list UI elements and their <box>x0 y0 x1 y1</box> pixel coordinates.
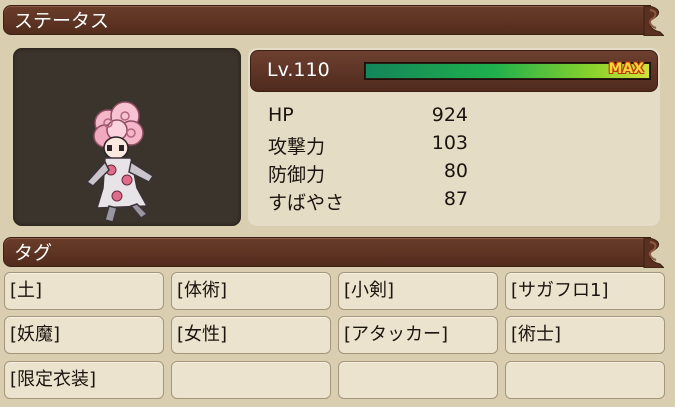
character-sprite <box>85 101 155 223</box>
scroll-curl-icon <box>643 6 664 36</box>
stat-value: 103 <box>431 132 468 154</box>
stat-row-defense: 防御力 80 <box>268 160 468 188</box>
exp-max-label: MAX <box>608 61 644 77</box>
tag-mystic[interactable]: [妖魔] <box>4 316 164 354</box>
level-label: Lv.110 <box>267 59 330 81</box>
stat-value: 924 <box>431 104 468 126</box>
stats-panel: Lv.110 MAX HP 924 攻撃力 103 防御力 80 すばやさ 87 <box>248 48 660 226</box>
tag-female[interactable]: [女性] <box>171 316 331 354</box>
tags-header: タグ <box>3 237 664 268</box>
tag-martial-arts[interactable]: [体術] <box>171 272 331 310</box>
level-bar: Lv.110 MAX <box>250 50 658 92</box>
tag-short-sword[interactable]: [小剣] <box>338 272 498 310</box>
stat-row-attack: 攻撃力 103 <box>268 132 468 160</box>
stat-name: 攻撃力 <box>268 136 326 158</box>
exp-gauge-fill <box>366 64 649 78</box>
tag-slot-empty <box>505 361 665 399</box>
stat-row-hp: HP 924 <box>268 104 468 132</box>
tag-slot-empty <box>171 361 331 399</box>
tag-limited-outfit[interactable]: [限定衣装] <box>4 361 164 399</box>
character-portrait-frame <box>13 48 241 226</box>
status-header-title: ステータス <box>14 10 110 32</box>
stat-name: 防御力 <box>268 164 326 186</box>
scroll-curl-icon <box>643 238 664 268</box>
stat-row-speed: すばやさ 87 <box>268 188 468 216</box>
stat-name: すばやさ <box>268 192 345 214</box>
tags-header-title: タグ <box>14 242 53 264</box>
stat-value: 80 <box>443 160 468 182</box>
tag-attacker[interactable]: [アタッカー] <box>338 316 498 354</box>
stat-value: 87 <box>443 188 468 210</box>
tag-earth[interactable]: [土] <box>4 272 164 310</box>
tag-slot-empty <box>338 361 498 399</box>
tag-saga-frontier-1[interactable]: [サガフロ1] <box>505 272 665 310</box>
exp-gauge: MAX <box>364 61 651 80</box>
tag-mage[interactable]: [術士] <box>505 316 665 354</box>
stat-name: HP <box>268 104 294 126</box>
status-header: ステータス <box>3 5 664 36</box>
